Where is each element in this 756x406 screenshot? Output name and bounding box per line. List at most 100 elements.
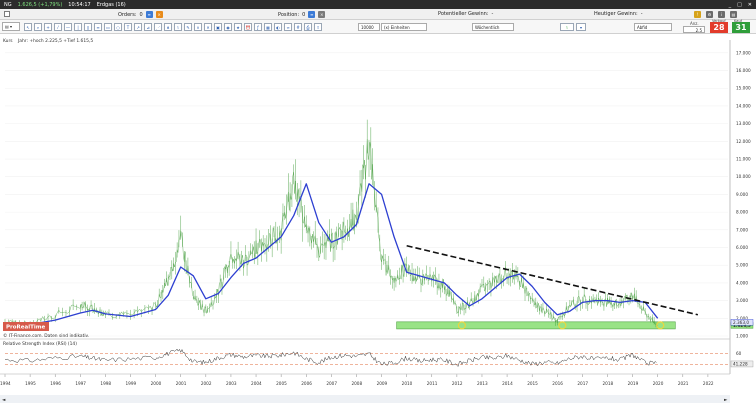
- x-tick-label: 2018: [603, 381, 614, 386]
- settings-icon[interactable]: ⚙: [706, 11, 713, 18]
- trading-window: NG 1.626,5 (+1,79%) 10:54:17 Erdgas (16)…: [0, 0, 756, 406]
- orders-label: Orders:: [118, 11, 137, 18]
- y-tick-label: 10.000: [736, 174, 751, 179]
- alert-icon[interactable]: !: [694, 11, 701, 18]
- x-tick-label: 1999: [126, 381, 137, 386]
- polyline-tool-icon[interactable]: ⌇: [174, 23, 182, 31]
- delete-tool-icon[interactable]: ✕: [204, 23, 212, 31]
- orders-list-icon[interactable]: ≡: [145, 11, 153, 18]
- star-tool-icon[interactable]: ★: [234, 23, 242, 31]
- pitchfork-tool-icon[interactable]: ⋔: [164, 23, 172, 31]
- horizontal-line-icon[interactable]: —: [64, 23, 72, 31]
- x-tick-label: 2006: [301, 381, 312, 386]
- x-tick-label: 1998: [100, 381, 111, 386]
- position-group: Position: 0 ≡ ×: [278, 11, 326, 18]
- potential-gain-label: Potentieller Gewinn:: [438, 11, 489, 17]
- timeline-scrollbar[interactable]: [0, 395, 730, 403]
- prorealtime-text: ProRealTime: [6, 325, 45, 331]
- y-tick-label: 16.000: [736, 68, 751, 73]
- y-tick-label: 17.000: [736, 50, 751, 55]
- y-tick-label: 13.000: [736, 121, 751, 126]
- info-icon[interactable]: i: [718, 11, 725, 18]
- position-list-icon[interactable]: ≡: [308, 11, 316, 18]
- chart-type-icon[interactable]: ⌇: [560, 23, 574, 31]
- template-tool-icon[interactable]: ▦: [264, 23, 272, 31]
- y-tick-label: 3.000: [736, 298, 748, 303]
- y-tick-label: 14.000: [736, 103, 751, 108]
- eye-tool-icon[interactable]: ◉: [224, 23, 232, 31]
- export-tool-icon[interactable]: ⇪: [314, 23, 322, 31]
- x-tick-label: 2007: [326, 381, 337, 386]
- x-tick-label: 2008: [351, 381, 362, 386]
- ma-price-label: 2.363,0: [733, 320, 749, 325]
- window-controls: _ □ ✕: [729, 2, 752, 8]
- ellipse-tool-icon[interactable]: ○: [114, 23, 122, 31]
- magnet-tool-icon[interactable]: ∩: [194, 23, 202, 31]
- position-value: 0: [302, 11, 306, 18]
- minimize-button[interactable]: _: [729, 2, 732, 8]
- price-chart[interactable]: 1.0002.0003.0004.0005.0006.0007.0008.000…: [0, 34, 756, 406]
- chart-info-text: Jahr: +hoch 2.225,5 +Tief 1.615,5: [17, 38, 93, 44]
- order-type-select[interactable]: Abfid: [634, 23, 672, 31]
- print-tool-icon[interactable]: ⎙: [304, 23, 312, 31]
- x-tick-label: 1994: [0, 381, 11, 386]
- potential-gain-value: -: [491, 11, 494, 17]
- todays-gain-group: Heutiger Gewinn: -: [594, 11, 643, 17]
- sell-button[interactable]: 28: [710, 22, 728, 33]
- x-tick-label: 2000: [151, 381, 162, 386]
- x-tick-label: 1995: [25, 381, 36, 386]
- color-tool-icon[interactable]: ◐: [274, 23, 282, 31]
- y-tick-label: 4.000: [736, 280, 748, 285]
- order-checkbox[interactable]: [4, 11, 10, 17]
- qty-input[interactable]: 2.5: [683, 26, 705, 33]
- x-tick-label: 2004: [251, 381, 262, 386]
- y-tick-label: 8.000: [736, 210, 748, 215]
- x-tick-label: 2017: [577, 381, 588, 386]
- maximize-button[interactable]: □: [737, 2, 742, 8]
- buy-button[interactable]: 31: [732, 22, 750, 33]
- x-tick-label: 2013: [477, 381, 488, 386]
- x-tick-label: 2002: [201, 381, 212, 386]
- y-tick-label: 6.000: [736, 245, 748, 250]
- x-tick-label: 2010: [402, 381, 413, 386]
- position-close-icon[interactable]: ×: [318, 11, 326, 18]
- zoom-tool-icon[interactable]: ⌕: [34, 23, 42, 31]
- y-tick-label: 15.000: [736, 86, 751, 91]
- gann-tool-icon[interactable]: ⋰: [154, 23, 162, 31]
- arrow-tool-icon[interactable]: ↗: [134, 23, 142, 31]
- text-tool-icon[interactable]: T: [124, 23, 132, 31]
- trendline-tool-icon[interactable]: ⁄: [54, 23, 62, 31]
- rectangle-tool-icon[interactable]: ▭: [104, 23, 112, 31]
- chart-settings-icon[interactable]: ▾: [576, 23, 586, 31]
- y-tick-label: 9.000: [736, 192, 748, 197]
- period-select[interactable]: Wöchentlich: [472, 23, 514, 31]
- x-tick-label: 2021: [678, 381, 689, 386]
- lock-tool-icon[interactable]: ▣: [214, 23, 222, 31]
- potential-gain-group: Potentieller Gewinn: -: [438, 11, 493, 17]
- todays-gain-value: -: [640, 11, 643, 17]
- channel-tool-icon[interactable]: ∥: [84, 23, 92, 31]
- x-tick-label: 2015: [527, 381, 538, 386]
- orders-cancel-icon[interactable]: ×: [155, 11, 163, 18]
- unit-select[interactable]: (x) Einheiten: [381, 23, 427, 31]
- brush-tool-icon[interactable]: ✎: [184, 23, 192, 31]
- x-tick-label: 2009: [377, 381, 388, 386]
- chart-toolbar: ▤ ▾ ↖ ⌕ + ⁄ — | ∥ ≡ ▭ ○ T ↗ ⊿ ⋰ ⋔ ⌇ ✎ ∩ …: [0, 19, 756, 34]
- fibonacci-tool-icon[interactable]: ≡: [94, 23, 102, 31]
- cursor-tool-icon[interactable]: ↖: [24, 23, 32, 31]
- alarm-tool-icon[interactable]: ⏰: [244, 23, 252, 31]
- measure-tool-icon[interactable]: ⊿: [144, 23, 152, 31]
- grid-tool-icon[interactable]: #: [294, 23, 302, 31]
- close-button[interactable]: ✕: [748, 2, 752, 8]
- symbol-selector[interactable]: ▤ ▾: [2, 22, 20, 31]
- orders-value: 0: [139, 11, 143, 18]
- todays-gain-label: Heutiger Gewinn:: [594, 11, 638, 17]
- layout-icon[interactable]: ▤: [730, 11, 737, 18]
- crosshair-tool-icon[interactable]: +: [44, 23, 52, 31]
- quantity-input[interactable]: 10000: [358, 23, 380, 31]
- vertical-line-icon[interactable]: |: [74, 23, 82, 31]
- link-tool-icon[interactable]: ∞: [284, 23, 292, 31]
- x-tick-label: 2012: [452, 381, 463, 386]
- rsi-value-label: 41,228: [733, 362, 748, 367]
- indicator-tool-icon[interactable]: ƒ: [254, 23, 262, 31]
